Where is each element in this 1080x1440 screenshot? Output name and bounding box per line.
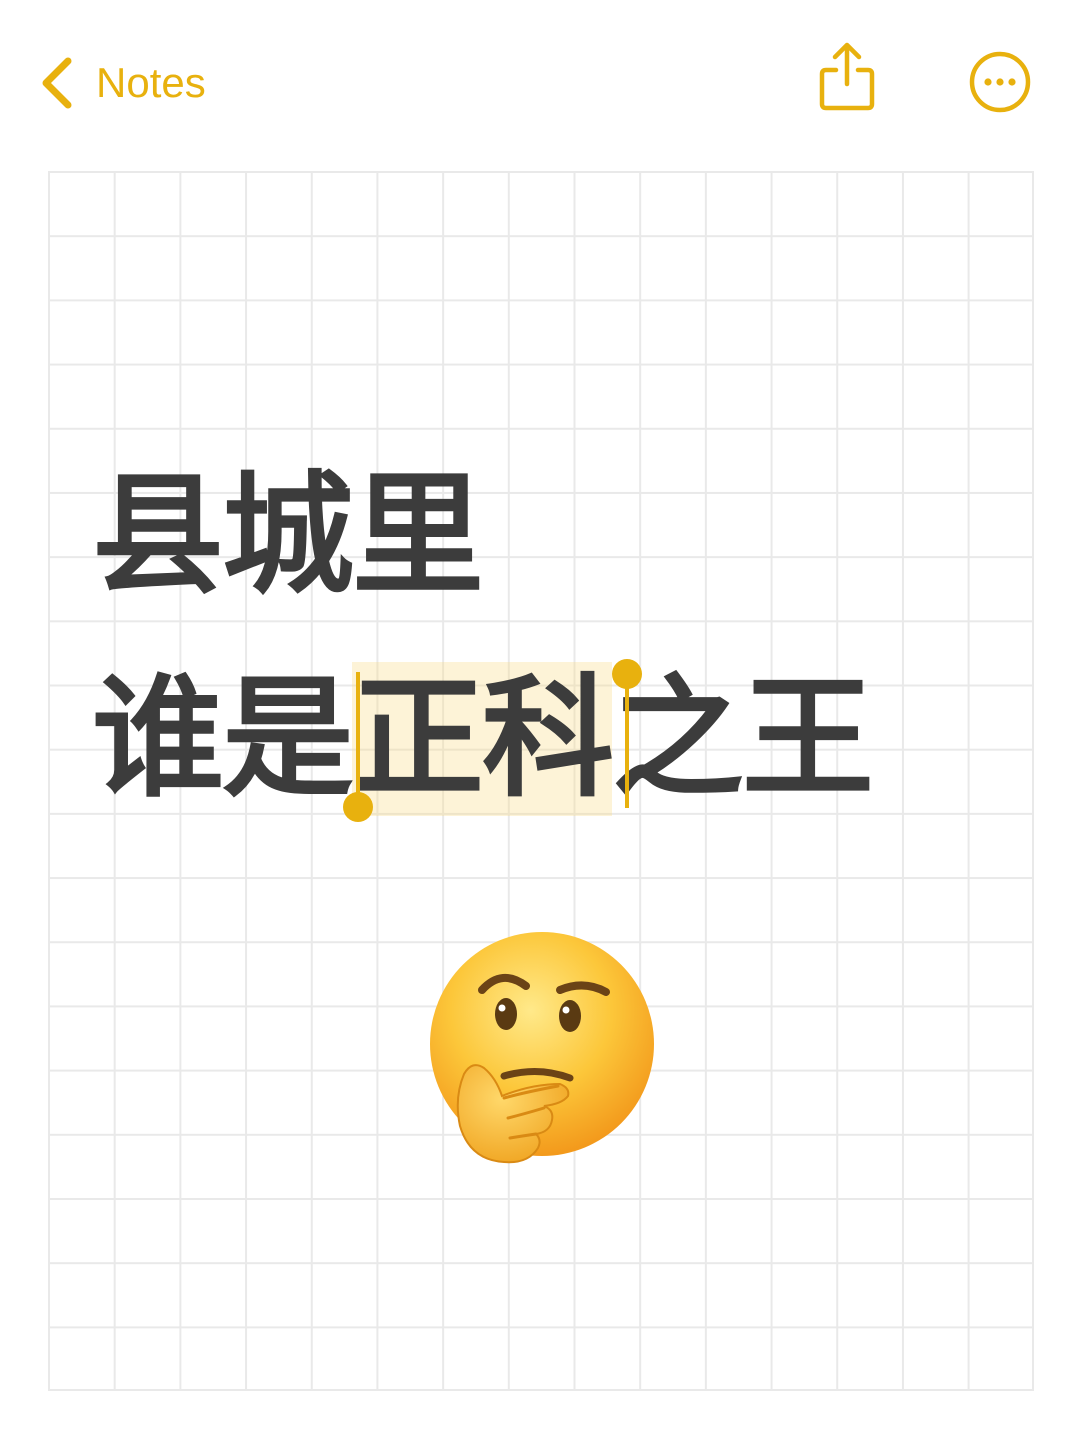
note-line-2[interactable]: 谁是正科之王	[92, 662, 874, 816]
text-before-selection: 谁是	[92, 662, 354, 816]
back-label: Notes	[96, 59, 206, 106]
ellipsis-circle-icon[interactable]	[968, 50, 1032, 114]
selection-start-knob[interactable]	[343, 792, 373, 822]
selection-end-knob[interactable]	[612, 659, 642, 689]
selection-start-handle[interactable]	[356, 672, 360, 800]
share-icon[interactable]	[814, 40, 880, 112]
text-after-selection: 之王	[612, 662, 874, 816]
selected-text[interactable]: 正科	[352, 662, 614, 816]
back-button[interactable]: Notes	[38, 50, 206, 116]
thinking-face-emoji	[430, 932, 654, 1164]
selection-end-handle[interactable]	[625, 678, 629, 808]
navigation-bar: Notes	[0, 0, 1080, 160]
note-line-1[interactable]: 县城里	[92, 470, 484, 602]
chevron-left-icon	[42, 57, 72, 109]
